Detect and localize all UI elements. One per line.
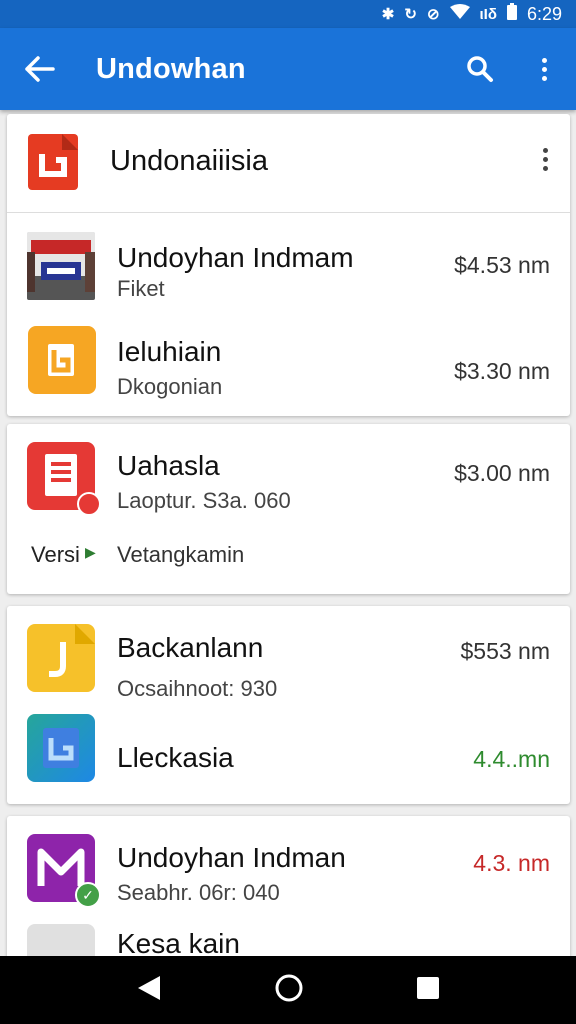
card-header-title: Undonaiiisia <box>110 145 268 177</box>
card-2: Uahasla Laoptur. S3a. 060 $3.00 nm Versi… <box>7 424 570 594</box>
alert-badge-icon <box>77 492 101 516</box>
list-item[interactable]: Ieluhiain Dkogonian $3.30 nm <box>7 312 570 416</box>
item-price: $4.53 nm <box>454 252 550 278</box>
card-menu-button[interactable] <box>543 148 548 171</box>
play-arrow-icon: ▶ <box>85 544 96 560</box>
item-price: $3.00 nm <box>454 460 550 486</box>
overflow-menu-icon <box>543 148 548 171</box>
nav-recents-button[interactable] <box>416 976 440 1005</box>
check-badge-icon: ✓ <box>75 882 101 908</box>
purple-m-icon: ✓ <box>27 834 101 908</box>
footer-left-label: Versi <box>31 542 80 567</box>
list-item[interactable]: Kesa kain <box>7 920 570 956</box>
sync-icon: ↻ <box>404 6 417 23</box>
item-subtitle: Ocsaihnoot: 930 <box>117 676 278 701</box>
item-title: Lleckasia <box>117 742 234 773</box>
nav-recents-icon <box>417 976 439 999</box>
document-icon <box>27 924 95 956</box>
search-icon <box>467 56 493 82</box>
item-title: Uahasla <box>117 450 220 481</box>
nav-back-button[interactable] <box>136 974 162 1007</box>
back-arrow-icon <box>25 56 55 82</box>
list-item[interactable]: Backanlann Ocsaihnoot: 930 $553 nm <box>7 606 570 706</box>
app-title: Undowhan <box>96 52 246 85</box>
back-button[interactable] <box>0 28 80 110</box>
clock: 6:29 <box>526 3 562 24</box>
item-subtitle: Dkogonian <box>117 374 223 399</box>
item-title: Kesa kain <box>117 928 240 956</box>
status-bar: ✱ ↻ ⊘ ιΙδ 6:29 <box>0 0 576 28</box>
nav-back-icon <box>138 975 160 1000</box>
item-subtitle: Seabhr. 06r: 040 <box>117 880 280 905</box>
nav-home-icon <box>275 974 303 1001</box>
signal-text: ιΙδ <box>479 5 497 23</box>
card-footer[interactable]: Versi ▶ Vetangkamin <box>7 534 570 584</box>
card-4: ✓ Undoyhan Indman Seabhr. 06r: 040 4.3. … <box>7 816 570 956</box>
card-1: Undonaiiisia Undoyhan Indmam Fiket $4.53… <box>7 114 570 416</box>
news-document-icon <box>27 442 101 516</box>
blue-document-icon <box>27 714 95 782</box>
storefront-photo-icon <box>27 232 95 300</box>
navigation-bar <box>0 956 576 1024</box>
no-notify-icon: ⊘ <box>426 6 440 23</box>
card-3: Backanlann Ocsaihnoot: 930 $553 nm Lleck… <box>7 606 570 804</box>
list-item[interactable]: Undoyhan Indmam Fiket $4.53 nm <box>7 212 570 312</box>
overflow-menu-icon <box>541 57 547 81</box>
content-scroll[interactable]: Undonaiiisia Undoyhan Indmam Fiket $4.53… <box>0 110 576 956</box>
nav-home-button[interactable] <box>274 973 304 1008</box>
item-title: Backanlann <box>117 632 264 663</box>
wifi-icon <box>449 3 470 25</box>
item-title: Ieluhiain <box>117 336 222 367</box>
item-subtitle: Laoptur. S3a. 060 <box>117 488 291 513</box>
item-title: Undoyhan Indmam <box>117 242 354 273</box>
battery-icon <box>506 3 517 25</box>
item-price: 4.4..mn <box>473 746 550 772</box>
item-title: Undoyhan Indman <box>117 842 346 873</box>
app-bar: Undowhan <box>0 28 576 110</box>
yellow-document-icon <box>28 326 96 394</box>
item-price: $3.30 nm <box>454 358 550 384</box>
item-price: 4.3. nm <box>473 850 550 876</box>
item-price: $553 nm <box>460 638 550 664</box>
card-header[interactable]: Undonaiiisia <box>7 114 570 212</box>
list-item[interactable]: Uahasla Laoptur. S3a. 060 $3.00 nm <box>7 424 570 529</box>
list-item[interactable]: ✓ Undoyhan Indman Seabhr. 06r: 040 4.3. … <box>7 816 570 920</box>
bluetooth-icon: ✱ <box>381 6 395 23</box>
search-button[interactable] <box>448 28 512 110</box>
item-subtitle: Fiket <box>117 276 165 301</box>
office-document-icon <box>28 134 78 190</box>
yellow-doc-icon <box>27 624 95 692</box>
overflow-menu-button[interactable] <box>512 28 576 110</box>
list-item[interactable]: Lleckasia 4.4..mn <box>7 706 570 804</box>
footer-right-label: Vetangkamin <box>117 542 245 567</box>
